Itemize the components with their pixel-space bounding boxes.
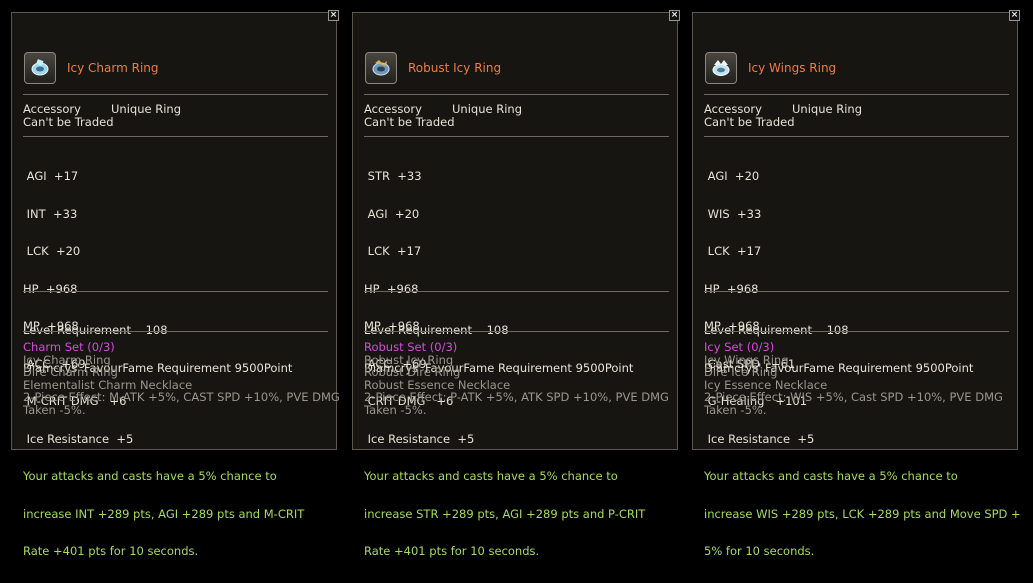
divider: [364, 136, 669, 137]
stat-line: AGI +20: [704, 169, 760, 183]
close-icon[interactable]: ×: [1009, 10, 1020, 21]
set-item: Dire Ice Ring: [704, 365, 778, 379]
set-title: Robust Set (0/3): [364, 340, 458, 354]
set-item: Dire Charm Ring: [23, 365, 118, 379]
effect-line: Your attacks and casts have a 5% chance …: [23, 469, 277, 483]
divider: [704, 331, 1009, 332]
stat-line: Ice Resistance +5: [364, 431, 475, 446]
item-type-info: Accessory Unique Ring Can't be Traded: [364, 103, 674, 128]
item-subtype: Unique Ring: [452, 102, 522, 116]
close-icon[interactable]: ×: [669, 10, 680, 21]
set-effect: 2-Piece Effect: M-ATK +5%, CAST SPD +10%…: [23, 390, 340, 404]
item-category: Accessory: [704, 102, 762, 116]
divider: [704, 136, 1009, 137]
set-effect: 2-Piece Effect: P-ATK +5%, ATK SPD +10%,…: [364, 390, 669, 404]
stat-line: Ice Resistance +5: [23, 431, 134, 446]
set-title: Icy Set (0/3): [704, 340, 775, 354]
stat-line: HP +968: [23, 281, 78, 296]
stat-line: AGI +17: [23, 169, 79, 183]
close-icon[interactable]: ×: [328, 10, 339, 21]
ring-icon: [705, 52, 737, 84]
stat-line: STR +33: [364, 169, 422, 183]
effect-line: Your attacks and casts have a 5% chance …: [364, 469, 618, 483]
divider: [23, 331, 328, 332]
divider: [23, 291, 328, 292]
item-tooltip: × Icy Charm Ring Accessory Unique Ring Ca…: [11, 10, 340, 557]
stat-line: HP +968: [704, 281, 759, 296]
item-category: Accessory: [364, 102, 422, 116]
set-item: Robust Dire Ring: [364, 365, 461, 379]
stat-line: WIS +33: [704, 206, 762, 221]
stat-line: LCK +20: [23, 244, 81, 258]
ring-icon: [24, 52, 56, 84]
set-info: Charm Set (0/3) Icy Charm Ring Dire Char…: [23, 340, 340, 417]
effect-line: Your attacks and casts have a 5% chance …: [704, 469, 958, 483]
effect-line: Rate +401 pts for 10 seconds.: [23, 544, 199, 558]
ring-icon: [365, 52, 397, 84]
stat-line: INT +33: [23, 206, 78, 221]
effect-line: increase INT +289 pts, AGI +289 pts and …: [23, 506, 305, 521]
item-name: Icy Charm Ring: [67, 61, 159, 75]
stat-line: LCK +17: [364, 244, 422, 258]
divider: [364, 331, 669, 332]
effect-line: increase STR +289 pts, AGI +289 pts and …: [364, 506, 646, 521]
item-subtype: Unique Ring: [111, 102, 181, 116]
set-info: Icy Set (0/3) Icy Wings Ring Dire Ice Ri…: [704, 341, 1014, 416]
trade-status: Can't be Traded: [23, 114, 114, 129]
divider: [23, 94, 328, 95]
stat-line: AGI +20: [364, 206, 420, 221]
set-title: Charm Set (0/3): [23, 340, 115, 354]
item-name: Icy Wings Ring: [748, 61, 837, 75]
set-effect: 2-Piece Effect: WIS +5%, Cast SPD +10%, …: [704, 390, 1003, 404]
effect-line: increase WIS +289 pts, LCK +289 pts and …: [704, 506, 1021, 521]
stat-line: Ice Resistance +5: [704, 431, 815, 446]
item-category: Accessory: [23, 102, 81, 116]
divider: [364, 94, 669, 95]
stat-line: HP +968: [364, 281, 419, 296]
item-name: Robust Icy Ring: [408, 61, 502, 75]
effect-line: 5% for 10 seconds.: [704, 544, 815, 558]
item-type-info: Accessory Unique Ring Can't be Traded: [23, 103, 333, 128]
divider: [364, 291, 669, 292]
set-effect: Taken -5%.: [23, 402, 86, 417]
item-tooltip: × Icy Wings Ring Accessory Unique Ring Ca…: [692, 10, 1021, 557]
set-effect: Taken -5%.: [364, 402, 427, 417]
trade-status: Can't be Traded: [704, 114, 795, 129]
divider: [704, 291, 1009, 292]
trade-status: Can't be Traded: [364, 114, 455, 129]
stat-line: LCK +17: [704, 244, 762, 258]
set-effect: Taken -5%.: [704, 402, 767, 417]
divider: [23, 136, 328, 137]
item-subtype: Unique Ring: [792, 102, 862, 116]
set-info: Robust Set (0/3) Robust Icy Ring Robust …: [364, 341, 674, 416]
effect-line: Rate +401 pts for 10 seconds.: [364, 544, 540, 558]
item-tooltip: × Robust Icy Ring Accessory Unique Ring C…: [352, 10, 680, 557]
item-type-info: Accessory Unique Ring Can't be Traded: [704, 103, 1014, 128]
divider: [704, 94, 1009, 95]
